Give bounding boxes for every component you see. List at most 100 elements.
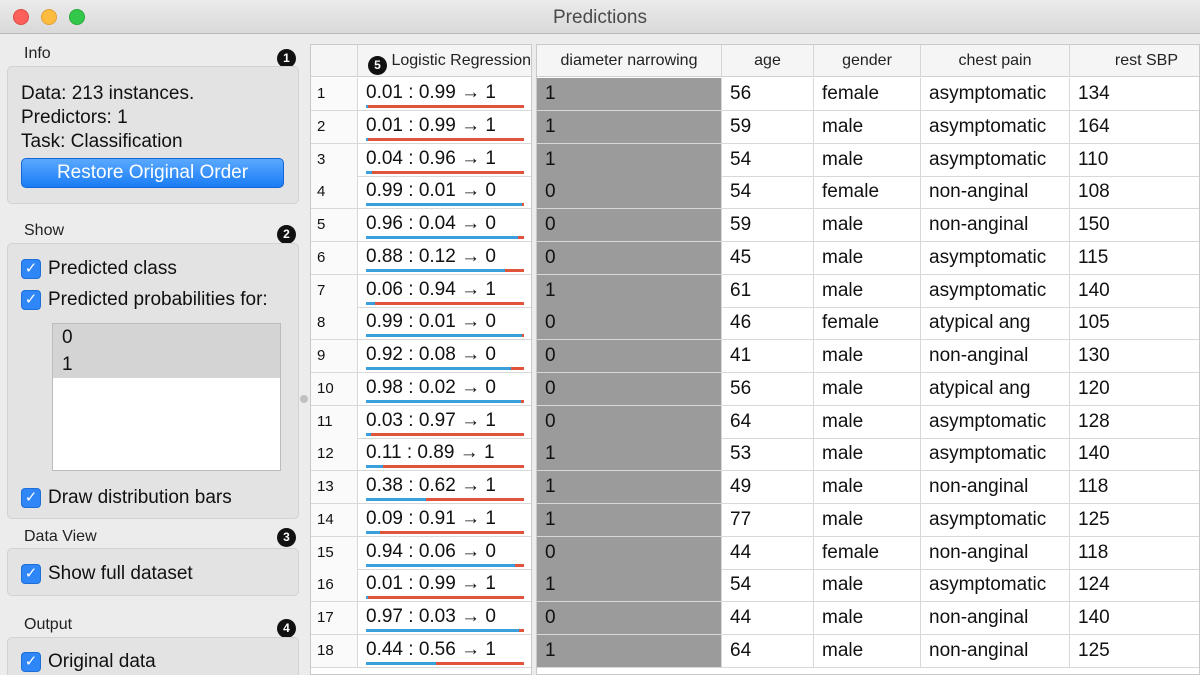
data-row[interactable]: 1 54 male asymptomatic 110 <box>537 143 1199 177</box>
prediction-cell[interactable]: 0.94 : 0.06 → 0 <box>358 537 531 569</box>
prediction-cell[interactable]: 0.38 : 0.62 → 1 <box>358 471 531 503</box>
chest-pain-cell[interactable]: non-anginal <box>921 536 1070 569</box>
age-cell[interactable]: 45 <box>722 241 814 274</box>
gender-cell[interactable]: male <box>814 602 921 634</box>
splitter-handle[interactable] <box>300 395 308 403</box>
class-listbox[interactable]: 0 1 <box>52 323 281 471</box>
diameter-narrowing-cell[interactable]: 0 <box>537 307 722 340</box>
column-header-gender[interactable]: gender <box>814 45 921 77</box>
gender-cell[interactable]: male <box>814 110 921 143</box>
data-row[interactable]: 1 53 male asymptomatic 140 <box>537 438 1199 472</box>
rest-sbp-cell[interactable]: 120 <box>1070 373 1199 405</box>
chest-pain-cell[interactable]: non-anginal <box>921 602 1070 634</box>
diameter-narrowing-cell[interactable]: 0 <box>537 536 722 569</box>
gender-cell[interactable]: male <box>814 471 921 503</box>
diameter-narrowing-cell[interactable]: 0 <box>537 405 722 438</box>
prediction-cell[interactable]: 0.11 : 0.89 → 1 <box>358 438 531 470</box>
prediction-row[interactable]: 10 0.98 : 0.02 → 0 <box>311 372 531 406</box>
gender-cell[interactable]: male <box>814 209 921 241</box>
chest-pain-cell[interactable]: asymptomatic <box>921 110 1070 143</box>
data-table[interactable]: diameter narrowing age gender chest pain… <box>536 44 1200 675</box>
data-row[interactable]: 1 54 male asymptomatic 124 <box>537 569 1199 603</box>
rest-sbp-cell[interactable]: 150 <box>1070 209 1199 241</box>
show-full-dataset-checkbox-row[interactable]: ✓ Show full dataset <box>21 563 193 585</box>
prediction-row[interactable]: 13 0.38 : 0.62 → 1 <box>311 471 531 504</box>
gender-cell[interactable]: male <box>814 340 921 372</box>
data-row[interactable]: 1 61 male asymptomatic 140 <box>537 274 1199 308</box>
age-cell[interactable]: 59 <box>722 110 814 143</box>
data-row[interactable]: 0 44 male non-anginal 140 <box>537 602 1199 635</box>
chest-pain-cell[interactable]: atypical ang <box>921 307 1070 340</box>
data-row[interactable]: 0 64 male asymptomatic 128 <box>537 405 1199 439</box>
gender-cell[interactable]: male <box>814 274 921 307</box>
data-row[interactable]: 0 59 male non-anginal 150 <box>537 209 1199 242</box>
prediction-cell[interactable]: 0.99 : 0.01 → 0 <box>358 176 531 208</box>
data-row[interactable]: 1 64 male non-anginal 125 <box>537 634 1199 668</box>
gender-cell[interactable]: female <box>814 176 921 209</box>
data-row[interactable]: 1 56 female asymptomatic 134 <box>537 78 1199 111</box>
prediction-cell[interactable]: 0.01 : 0.99 → 1 <box>358 111 531 143</box>
age-cell[interactable]: 77 <box>722 503 814 536</box>
chest-pain-cell[interactable]: non-anginal <box>921 634 1070 667</box>
prediction-cell[interactable]: 0.44 : 0.56 → 1 <box>358 635 531 667</box>
gender-cell[interactable]: male <box>814 241 921 274</box>
age-cell[interactable]: 56 <box>722 78 814 110</box>
prediction-cell[interactable]: 0.97 : 0.03 → 0 <box>358 602 531 634</box>
chest-pain-cell[interactable]: asymptomatic <box>921 78 1070 110</box>
original-data-checkbox-row[interactable]: ✓ Original data <box>21 651 156 673</box>
data-row[interactable]: 1 59 male asymptomatic 164 <box>537 110 1199 144</box>
rest-sbp-cell[interactable]: 128 <box>1070 406 1199 438</box>
column-header-age[interactable]: age <box>722 45 814 77</box>
diameter-narrowing-cell[interactable]: 0 <box>537 176 722 209</box>
gender-cell[interactable]: male <box>814 143 921 176</box>
rest-sbp-cell[interactable]: 140 <box>1070 438 1199 470</box>
column-header-diameter-narrowing[interactable]: diameter narrowing <box>537 45 722 77</box>
prediction-row[interactable]: 4 0.99 : 0.01 → 0 <box>311 176 531 210</box>
prediction-row[interactable]: 6 0.88 : 0.12 → 0 <box>311 241 531 275</box>
rest-sbp-cell[interactable]: 134 <box>1070 78 1199 110</box>
diameter-narrowing-cell[interactable]: 1 <box>537 438 722 471</box>
data-row[interactable]: 0 41 male non-anginal 130 <box>537 340 1199 373</box>
rest-sbp-cell[interactable]: 124 <box>1070 569 1199 601</box>
age-cell[interactable]: 41 <box>722 340 814 372</box>
rest-sbp-cell[interactable]: 164 <box>1070 111 1199 143</box>
diameter-narrowing-cell[interactable]: 1 <box>537 78 722 110</box>
age-cell[interactable]: 44 <box>722 536 814 569</box>
rest-sbp-cell[interactable]: 140 <box>1070 602 1199 634</box>
diameter-narrowing-cell[interactable]: 0 <box>537 372 722 405</box>
age-cell[interactable]: 49 <box>722 471 814 503</box>
logistic-regression-header[interactable]: 5 Logistic Regression <box>358 45 531 77</box>
gender-cell[interactable]: female <box>814 536 921 569</box>
age-cell[interactable]: 46 <box>722 307 814 340</box>
column-header-rest-sbp[interactable]: rest SBP <box>1070 45 1199 77</box>
prediction-cell[interactable]: 0.01 : 0.99 → 1 <box>358 78 531 110</box>
predictions-table[interactable]: 5 Logistic Regression 1 0.01 : 0.99 → 120… <box>310 44 532 675</box>
age-cell[interactable]: 61 <box>722 274 814 307</box>
age-cell[interactable]: 44 <box>722 602 814 634</box>
prediction-row[interactable]: 2 0.01 : 0.99 → 1 <box>311 110 531 144</box>
diameter-narrowing-cell[interactable]: 1 <box>537 503 722 536</box>
prediction-row[interactable]: 7 0.06 : 0.94 → 1 <box>311 274 531 308</box>
prediction-row[interactable]: 11 0.03 : 0.97 → 1 <box>311 405 531 439</box>
class-list-item[interactable]: 0 <box>53 324 280 351</box>
gender-cell[interactable]: male <box>814 569 921 602</box>
prediction-cell[interactable]: 0.01 : 0.99 → 1 <box>358 569 531 601</box>
restore-original-order-button[interactable]: Restore Original Order <box>21 158 284 188</box>
data-row[interactable]: 0 56 male atypical ang 120 <box>537 372 1199 406</box>
prediction-row[interactable]: 8 0.99 : 0.01 → 0 <box>311 307 531 341</box>
rest-sbp-cell[interactable]: 115 <box>1070 242 1199 274</box>
prediction-row[interactable]: 18 0.44 : 0.56 → 1 <box>311 634 531 668</box>
diameter-narrowing-cell[interactable]: 1 <box>537 634 722 667</box>
chest-pain-cell[interactable]: asymptomatic <box>921 143 1070 176</box>
rest-sbp-cell[interactable]: 125 <box>1070 504 1199 536</box>
rest-sbp-cell[interactable]: 130 <box>1070 340 1199 372</box>
diameter-narrowing-cell[interactable]: 0 <box>537 602 722 634</box>
prediction-cell[interactable]: 0.99 : 0.01 → 0 <box>358 307 531 339</box>
chest-pain-cell[interactable]: asymptomatic <box>921 274 1070 307</box>
gender-cell[interactable]: male <box>814 634 921 667</box>
rest-sbp-cell[interactable]: 125 <box>1070 635 1199 667</box>
checkmark-icon[interactable]: ✓ <box>21 290 41 310</box>
diameter-narrowing-cell[interactable]: 0 <box>537 209 722 241</box>
prediction-cell[interactable]: 0.98 : 0.02 → 0 <box>358 373 531 405</box>
prediction-cell[interactable]: 0.09 : 0.91 → 1 <box>358 504 531 536</box>
